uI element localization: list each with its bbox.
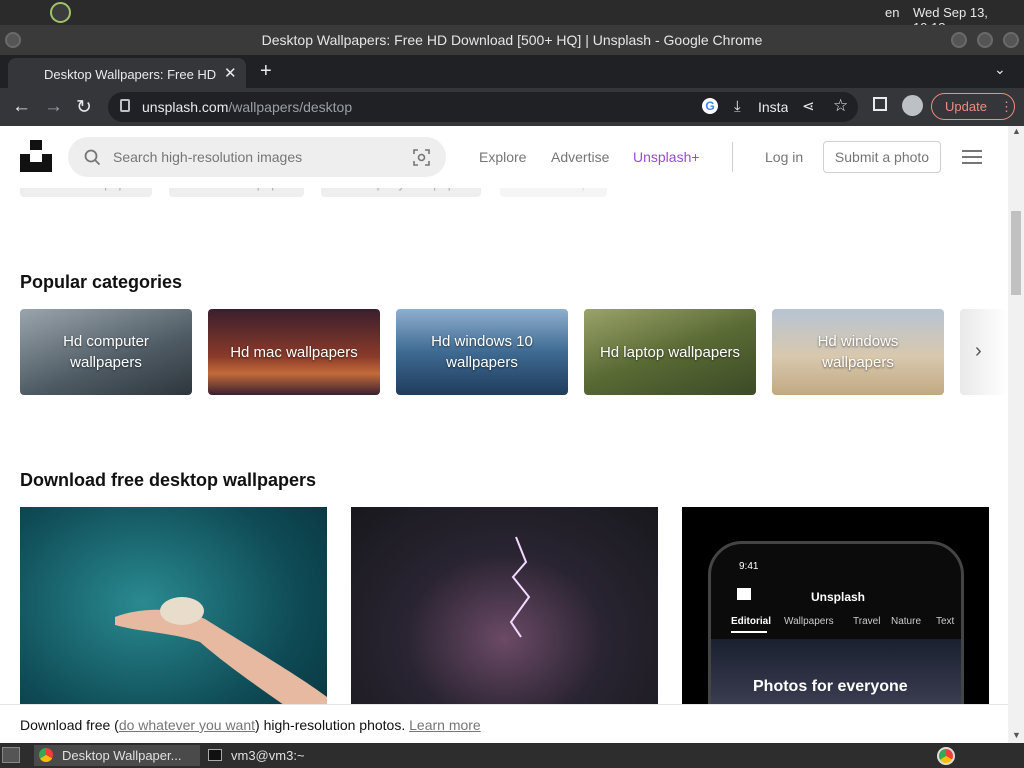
phone-tab-underline xyxy=(731,631,767,633)
update-label: Update xyxy=(945,99,987,114)
phone-tab: Wallpapers xyxy=(784,616,834,627)
bookmark-star-icon[interactable]: ☆ xyxy=(833,96,848,116)
search-input[interactable]: Search high-resolution images xyxy=(68,137,446,177)
taskbar-terminal-label: vm3@vm3:~ xyxy=(231,748,305,763)
nav-advertise[interactable]: Advertise xyxy=(551,149,609,165)
license-link[interactable]: do whatever you want xyxy=(119,717,255,733)
unsplash-logo-icon[interactable] xyxy=(20,140,52,172)
phone-tab: Nature xyxy=(891,616,922,627)
new-tab-button[interactable]: + xyxy=(260,60,272,83)
forward-arrow-icon[interactable]: → xyxy=(44,96,63,118)
site-header: Search high-resolution images Explore Ad… xyxy=(0,126,1008,188)
phone-unsplash-logo-icon xyxy=(737,588,751,600)
category-card[interactable]: Hd windows wallpapers xyxy=(772,309,944,395)
scrollbar-thumb[interactable] xyxy=(1011,211,1021,295)
keyboard-language[interactable]: en xyxy=(885,5,899,20)
tab-title: Desktop Wallpapers: Free HD xyxy=(44,67,217,82)
category-label: Hd mac wallpapers xyxy=(230,343,358,361)
category-card[interactable]: Hd laptop wallpapers xyxy=(584,309,756,395)
maximize-icon[interactable] xyxy=(977,32,993,48)
scroll-up-icon[interactable]: ▲ xyxy=(1012,126,1021,136)
scroll-down-icon[interactable]: ▼ xyxy=(1012,730,1021,740)
category-card[interactable]: Hd computer wallpapers xyxy=(20,309,192,395)
visual-search-icon[interactable] xyxy=(413,149,430,166)
info-text-mid: ) high-resolution photos. xyxy=(255,717,410,733)
search-placeholder: Search high-resolution images xyxy=(113,149,303,165)
category-label: Hd laptop wallpapers xyxy=(599,343,741,361)
reload-icon[interactable]: ↻ xyxy=(76,96,92,119)
nav-unsplash-plus[interactable]: Unsplash+ xyxy=(633,149,700,165)
close-tab-icon[interactable]: ✕ xyxy=(224,64,237,82)
lock-icon[interactable] xyxy=(120,99,130,112)
header-divider xyxy=(732,142,733,172)
tab-search-chevron-icon[interactable]: ⌄ xyxy=(994,61,1006,78)
submit-photo-button[interactable]: Submit a photo xyxy=(823,141,941,173)
web-page: Hd Cute Wallpapers Hd Color Wallpapers H… xyxy=(0,126,1008,743)
nav-explore[interactable]: Explore xyxy=(479,149,526,165)
terminal-icon xyxy=(208,749,222,761)
chrome-icon xyxy=(39,748,53,762)
os-top-bar: en Wed Sep 13, 19:18 xyxy=(0,0,1024,35)
hamburger-menu-icon[interactable] xyxy=(962,150,982,168)
install-icon[interactable]: ⤓ xyxy=(734,98,741,115)
info-text-pre: Download free ( xyxy=(20,717,119,733)
search-icon[interactable] xyxy=(84,149,101,166)
download-section-title: Download free desktop wallpapers xyxy=(20,470,317,490)
update-button[interactable]: Update ⋮ xyxy=(931,93,1015,120)
url-path: /wallpapers/desktop xyxy=(228,99,353,115)
popular-categories-title: Popular categories xyxy=(20,272,183,292)
side-panel-icon[interactable] xyxy=(873,97,887,111)
taskbar-terminal-window[interactable]: vm3@vm3:~ xyxy=(204,745,324,766)
browser-tab-strip: Desktop Wallpapers: Free HD ✕ + ⌄ xyxy=(0,55,1024,88)
category-label: Hd computer wallpapers xyxy=(63,333,149,371)
tray-chrome-icon[interactable] xyxy=(937,747,955,765)
learn-more-link[interactable]: Learn more xyxy=(409,717,481,733)
phone-tab: Editorial xyxy=(731,616,772,627)
category-card[interactable]: Hd mac wallpapers xyxy=(208,309,380,395)
category-card-partial[interactable] xyxy=(960,309,1008,395)
window-title-bar: Desktop Wallpapers: Free HD Download [50… xyxy=(0,25,1024,55)
phone-tab: Text xyxy=(936,616,955,627)
back-arrow-icon[interactable]: ← xyxy=(12,96,31,118)
info-text: Download free (do whatever you want) hig… xyxy=(20,717,481,733)
window-menu-icon[interactable] xyxy=(5,32,21,48)
phone-headline: Photos for everyone xyxy=(753,678,908,695)
category-label: Hd windows 10 wallpapers xyxy=(431,333,533,371)
browser-tab[interactable]: Desktop Wallpapers: Free HD ✕ xyxy=(8,58,246,88)
chevron-right-icon[interactable]: › xyxy=(975,340,982,363)
category-label: Hd windows wallpapers xyxy=(817,333,899,371)
show-desktop-icon[interactable] xyxy=(2,747,20,763)
profile-avatar-icon[interactable] xyxy=(902,95,923,116)
install-label[interactable]: Insta xyxy=(758,99,788,115)
phone-brand: Unsplash xyxy=(811,590,866,604)
category-card[interactable]: Hd windows 10 wallpapers xyxy=(396,309,568,395)
address-bar[interactable]: unsplash.com/wallpapers/desktop G ⤓ Inst… xyxy=(108,92,858,122)
phone-time: 9:41 xyxy=(739,561,759,572)
minimize-icon[interactable] xyxy=(951,32,967,48)
info-banner: Download free (do whatever you want) hig… xyxy=(0,704,1008,743)
app-menu-icon[interactable] xyxy=(50,2,71,23)
url-host: unsplash.com xyxy=(142,99,229,115)
taskbar-chrome-window[interactable]: Desktop Wallpaper... xyxy=(34,745,200,766)
more-menu-icon[interactable]: ⋮ xyxy=(1000,94,1013,119)
url-text: unsplash.com/wallpapers/desktop xyxy=(142,99,352,115)
close-window-icon[interactable] xyxy=(1003,32,1019,48)
share-icon[interactable]: ⋖ xyxy=(802,97,815,115)
os-taskbar: Desktop Wallpaper... vm3@vm3:~ xyxy=(0,743,1024,768)
taskbar-chrome-label: Desktop Wallpaper... xyxy=(62,748,182,763)
login-link[interactable]: Log in xyxy=(765,149,803,165)
page-scrollbar[interactable]: ▲ ▼ xyxy=(1008,126,1024,743)
browser-toolbar: ← → ↻ unsplash.com/wallpapers/desktop G … xyxy=(0,88,1024,126)
google-lens-icon[interactable]: G xyxy=(702,98,718,114)
window-title: Desktop Wallpapers: Free HD Download [50… xyxy=(261,32,763,48)
phone-tab: Travel xyxy=(853,616,881,627)
